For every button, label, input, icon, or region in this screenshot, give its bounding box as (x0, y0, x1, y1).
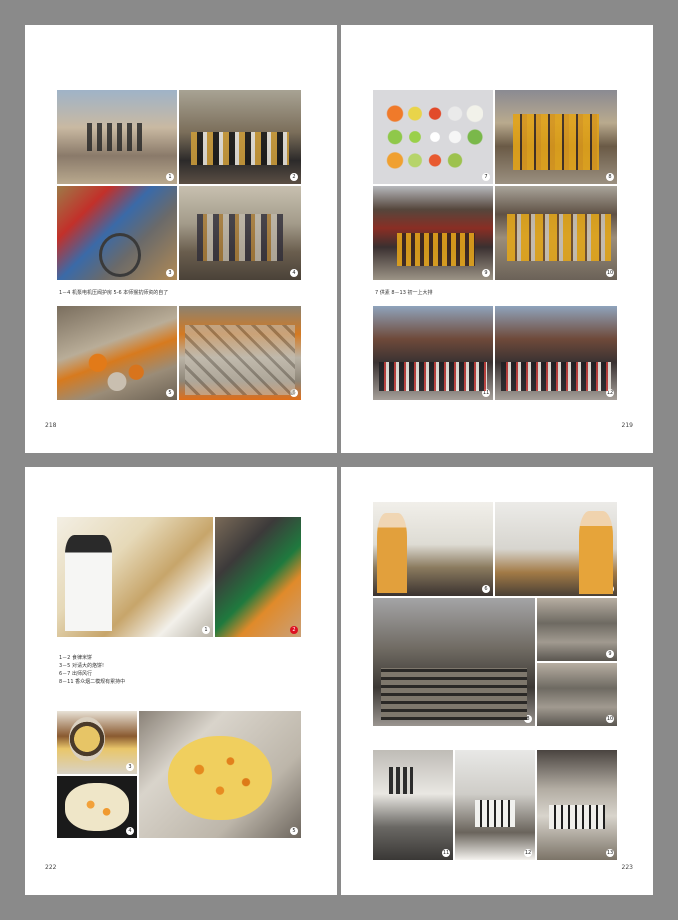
photo-number: 10 (606, 715, 614, 723)
photo-caption: 1－4 机泵电机压阀护房 5-6 本师猴抗师资的自了 (59, 290, 169, 296)
photo-number: 5 (166, 389, 174, 397)
caption-line: 1－2 食律米饼 (59, 655, 92, 661)
caption-line: 3－5 对请大的烙饼! (59, 663, 104, 669)
photo-temple-gathering: 11 (373, 306, 493, 400)
photo-number: 13 (606, 849, 614, 857)
photo-number: 11 (482, 389, 490, 397)
photo-number: 2 (290, 626, 298, 634)
photo-number: 7 (606, 585, 614, 593)
photo-engine-machine: 3 (57, 186, 177, 280)
photo-large-pancake: 5 (139, 711, 301, 838)
photo-number: 12 (606, 389, 614, 397)
book-page-222: 1 2 1－2 食律米饼 3－5 对请大的烙饼! 6－7 出师风行 8－11 香… (25, 467, 337, 895)
photo-dough-closeup: 4 (57, 776, 137, 838)
photo-courtyard-crowd: 2 (179, 90, 301, 184)
page-number: 223 (621, 864, 633, 871)
photo-number: 3 (126, 763, 134, 771)
photo-number: 11 (442, 849, 450, 857)
photo-monk-visitors: 6 (373, 502, 493, 596)
photo-number: 1 (202, 626, 210, 634)
photo-lamp-room: 13 (537, 750, 617, 860)
photo-number: 7 (482, 173, 490, 181)
photo-kitchen-cooks: 1 (57, 517, 213, 637)
photo-man-walking: 10 (537, 663, 617, 726)
photo-pancake-pan: 3 (57, 711, 137, 774)
photo-climbing-stairs: 8 (373, 598, 535, 726)
photo-number: 4 (290, 269, 298, 277)
page-number: 218 (45, 422, 57, 429)
photo-number: 4 (126, 827, 134, 835)
photo-number: 8 (524, 715, 532, 723)
book-page-219: 7 8 9 10 7 供素 8－13 初一上大排 11 12 219 (341, 25, 653, 453)
photo-number: 8 (606, 173, 614, 181)
photo-road-walkers: 1 (57, 90, 177, 184)
photo-number: 6 (290, 389, 298, 397)
photo-number: 1 (166, 173, 174, 181)
page-number: 222 (45, 864, 57, 871)
photo-monk-procession: 10 (495, 186, 617, 280)
photo-boiler-room: 11 (373, 750, 453, 860)
photo-courtyard-worker: 9 (537, 598, 617, 661)
photo-offering-bowls: 7 (373, 90, 493, 184)
book-page-223: 6 7 8 9 10 11 12 13 223 (341, 467, 653, 895)
photo-number: 12 (524, 849, 532, 857)
caption-line: 8－11 香众烟二模规有累持中 (59, 679, 126, 685)
photo-number: 6 (482, 585, 490, 593)
photo-monks-gate: 8 (495, 90, 617, 184)
book-page-218: 1 2 3 4 1－4 机泵电机压阀护房 5-6 本师猴抗师资的自了 5 6 2… (25, 25, 337, 453)
photo-number: 9 (482, 269, 490, 277)
page-number: 219 (621, 422, 633, 429)
photo-people-cart: 4 (179, 186, 301, 280)
photo-temple-hall: 9 (373, 186, 493, 280)
photo-stone-pile: 6 (179, 306, 301, 400)
photo-control-panel: 12 (455, 750, 535, 860)
photo-caption: 7 供素 8－13 初一上大排 (375, 290, 433, 296)
photo-number: 9 (606, 650, 614, 658)
photo-number: 2 (290, 173, 298, 181)
photo-monk-office: 7 (495, 502, 617, 596)
photo-cook-pan: 2 (215, 517, 301, 637)
photo-number: 5 (290, 827, 298, 835)
photo-number: 3 (166, 269, 174, 277)
caption-line: 6－7 出师风行 (59, 671, 92, 677)
photo-number: 10 (606, 269, 614, 277)
photo-courtyard-gathering: 12 (495, 306, 617, 400)
photo-rocks-worker: 5 (57, 306, 177, 400)
